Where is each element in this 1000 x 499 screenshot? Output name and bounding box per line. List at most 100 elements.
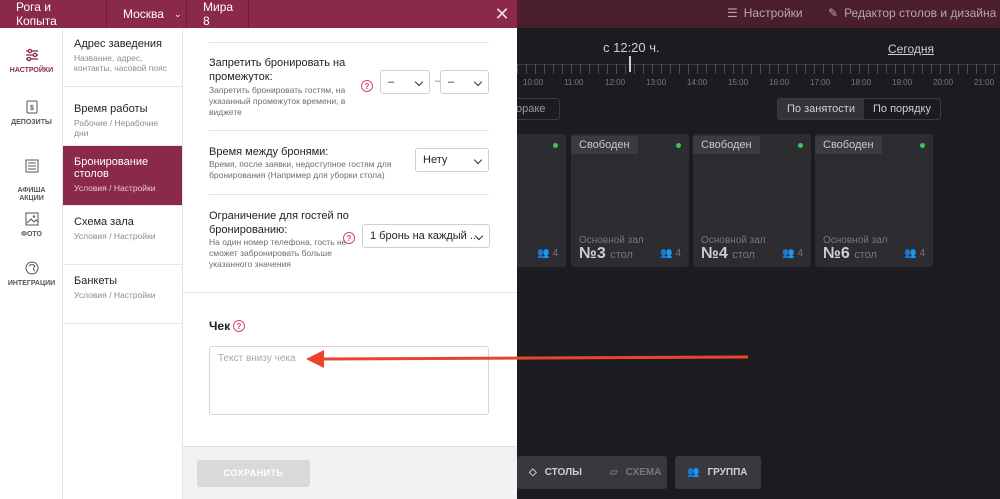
puzzle-icon: [25, 261, 38, 275]
sidebar-item-deposits[interactable]: $ ДЕПОЗИТЫ: [0, 99, 63, 127]
tables-icon: ◇: [529, 467, 537, 478]
check-footer-textarea[interactable]: Текст внизу чека: [209, 346, 489, 415]
subnav-title: Адрес заведения: [74, 38, 163, 50]
status-dot: [920, 143, 925, 148]
subnav-item-address[interactable]: Адрес заведения Название, адрес, контакт…: [63, 28, 182, 87]
forbid-from-select[interactable]: –: [380, 70, 430, 94]
status-dot: [798, 143, 803, 148]
subnav-title: Время работы: [74, 103, 148, 115]
tab-by-order[interactable]: По порядку: [864, 99, 940, 119]
forbid-to-value: –: [448, 76, 455, 88]
tables-label: СТОЛЫ: [544, 467, 582, 478]
settings-subnav: Адрес заведения Название, адрес, контакт…: [63, 28, 183, 499]
help-icon[interactable]: ?: [233, 320, 245, 332]
between-title: Время между бронями:: [209, 146, 329, 158]
subnav-desc: Условия / Настройки: [74, 231, 156, 241]
sidebar-label-integrations: ИНТЕГРАЦИИ: [7, 280, 56, 287]
timeline-tick-label: 14:00: [687, 78, 708, 87]
app-root: ☰ Настройки ✎ Редактор столов и дизайна …: [0, 0, 1000, 499]
table-number: №6 стол: [823, 245, 877, 262]
subnav-desc: Условия / Настройки: [74, 183, 156, 193]
timeline-tick-label: 18:00: [851, 78, 872, 87]
forbid-desc: Запретить бронировать гостям, на указанн…: [209, 85, 346, 118]
city-label: Москва: [123, 7, 164, 21]
group-icon: 👥: [687, 467, 700, 478]
divider: [209, 194, 489, 195]
timeline-ticks: [517, 64, 1000, 74]
subnav-item-booking[interactable]: Бронирование столов Условия / Настройки: [63, 146, 182, 206]
status-dot: [676, 143, 681, 148]
table-card[interactable]: Свободен Основной зал №4 стол 👥 4: [693, 134, 811, 267]
newspaper-icon: [25, 159, 38, 173]
limit-select[interactable]: 1 бронь на каждый ...: [362, 224, 490, 248]
timeline: с 12:20 ч. Сегодня 10:00 11:00 12:00 13:00 1…: [517, 36, 1000, 96]
save-button[interactable]: СОХРАНИТЬ: [197, 460, 310, 487]
modal-topbar: Рога и Копыта Москва ⌄ Мира 8 ✕: [0, 0, 517, 28]
subnav-desc: Рабочие / Нерабочие дни: [74, 118, 159, 139]
timeline-time: с 12:20 ч.: [603, 40, 660, 55]
limit-value: 1 бронь на каждый ...: [370, 230, 480, 242]
timeline-tick-label: 21:00: [974, 78, 995, 87]
chevron-down-icon: [473, 77, 483, 87]
group-button[interactable]: 👥 ГРУППА: [675, 456, 761, 489]
subnav-item-hall-scheme[interactable]: Схема зала Условия / Настройки: [63, 206, 182, 265]
check-title: Чек: [209, 319, 231, 333]
sidebar-item-integrations[interactable]: ИНТЕГРАЦИИ: [0, 260, 63, 288]
divider: [209, 130, 489, 131]
timeline-tick-label: 17:00: [810, 78, 831, 87]
address-label[interactable]: Мира 8: [187, 0, 249, 28]
status-badge: Свободен: [571, 136, 638, 154]
table-card[interactable]: Свободен Основной зал №6 стол 👥 4: [815, 134, 933, 267]
timeline-today[interactable]: Сегодня: [888, 42, 934, 56]
panel-footer: СОХРАНИТЬ: [183, 446, 517, 499]
limit-desc: На один номер телефона, гость не сможет …: [209, 237, 347, 270]
subnav-item-banquets[interactable]: Банкеты Условия / Настройки: [63, 265, 182, 324]
bg-sort-tabs: По занятости По порядку: [777, 98, 941, 120]
timeline-tick-label: 15:00: [728, 78, 749, 87]
status-dot: [553, 143, 558, 148]
timeline-tick-label: 16:00: [769, 78, 790, 87]
sliders-icon: ☰: [727, 6, 738, 20]
chevron-down-icon: [473, 155, 483, 165]
subnav-desc: Условия / Настройки: [74, 290, 156, 300]
table-capacity: 👥 4: [782, 248, 803, 259]
table-number: №4 стол: [701, 245, 755, 262]
sidebar-label-afisha: АФИША АКЦИИ: [17, 186, 46, 203]
bg-editor-label: Редактор столов и дизайна: [844, 6, 997, 20]
subnav-title: Бронирование столов: [74, 156, 149, 180]
timeline-tick-label: 10:00: [523, 78, 544, 87]
brand-name[interactable]: Рога и Копыта: [0, 0, 107, 28]
table-number: №3 стол: [579, 245, 633, 262]
close-icon[interactable]: ✕: [493, 5, 511, 23]
scheme-label: СХЕМА: [625, 467, 662, 478]
forbid-to-select[interactable]: –: [440, 70, 489, 94]
bg-settings-link[interactable]: ☰ Настройки: [727, 6, 803, 20]
timeline-tick-label: 12:00: [605, 78, 626, 87]
divider: [209, 42, 489, 43]
table-capacity: 👥 4: [660, 248, 681, 259]
timeline-tick-label: 19:00: [892, 78, 913, 87]
booking-settings-panel: Запретить бронировать на промежуток: Зап…: [183, 28, 517, 499]
between-select[interactable]: Нету: [415, 148, 489, 172]
timeline-marker[interactable]: [629, 56, 631, 72]
sidebar-item-afisha[interactable]: АФИША АКЦИИ: [0, 150, 63, 204]
deposit-icon: $: [26, 100, 37, 114]
help-icon[interactable]: ?: [361, 80, 373, 92]
subnav-item-hours[interactable]: Время работы Рабочие / Нерабочие дни: [63, 87, 182, 146]
image-icon: [25, 212, 38, 226]
chevron-down-icon: [414, 77, 424, 87]
help-icon[interactable]: ?: [343, 232, 355, 244]
scheme-icon: ▱: [609, 467, 618, 478]
city-selector[interactable]: Москва ⌄: [107, 0, 187, 28]
timeline-tick-label: 11:00: [564, 78, 584, 87]
table-card[interactable]: Свободен Основной зал №3 стол 👥 4: [571, 134, 689, 267]
bg-editor-link[interactable]: ✎ Редактор столов и дизайна: [828, 6, 996, 20]
subnav-desc: Название, адрес, контакты, часовой пояс: [74, 53, 167, 74]
sidebar-item-settings[interactable]: НАСТРОЙКИ: [0, 47, 63, 75]
forbid-title: Запретить бронировать на промежуток:: [209, 57, 346, 84]
table-capacity: 👥 4: [904, 248, 925, 259]
sidebar-item-photo[interactable]: ФОТО: [0, 211, 63, 239]
tab-by-occupancy[interactable]: По занятости: [778, 99, 864, 119]
timeline-tick-label: 20:00: [933, 78, 954, 87]
tables-scheme-toggle[interactable]: ◇ СТОЛЫ ▱ СХЕМА: [517, 456, 667, 489]
